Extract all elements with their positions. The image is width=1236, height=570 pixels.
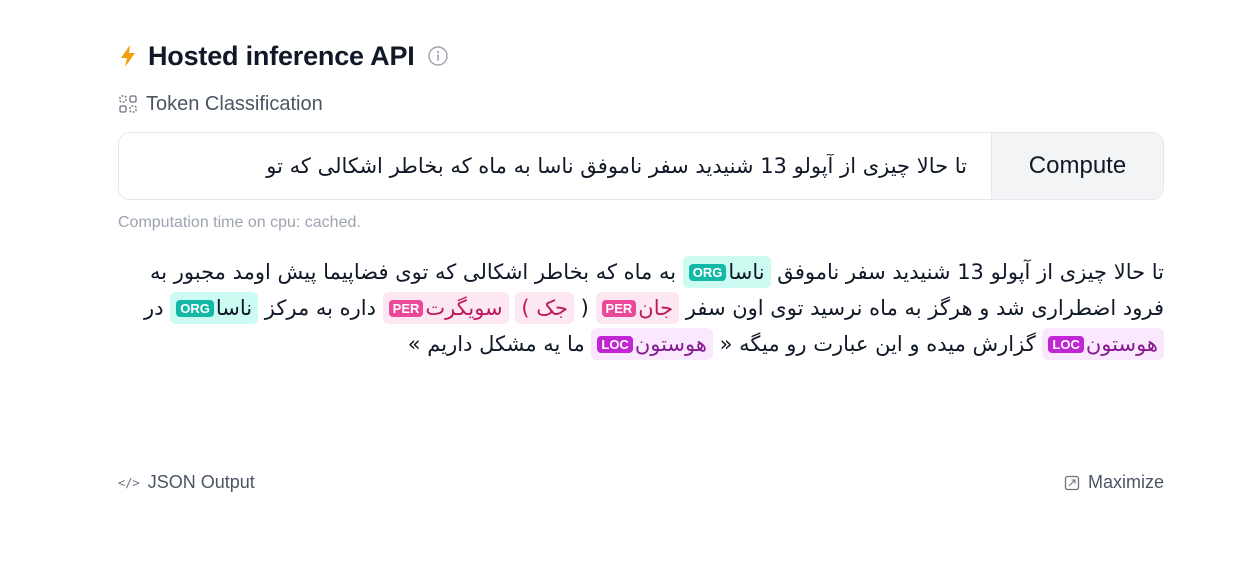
lightning-bolt-icon (118, 44, 138, 68)
input-row: Compute (118, 132, 1164, 200)
entity-tag-org: ORG (176, 300, 214, 317)
entity-text: جان (638, 296, 674, 320)
output-segment: ما یه مشکل داریم » (407, 332, 592, 356)
output-text: تا حالا چیزی از آپولو 13 شنیدید سفر نامو… (118, 254, 1164, 362)
widget-footer: </> JSON Output Maximize (118, 472, 1164, 493)
compute-button[interactable]: Compute (991, 133, 1163, 199)
entity-text: ناسا (215, 296, 253, 320)
entity-span-org: ناساORG (682, 256, 771, 288)
entity-tag-org: ORG (688, 264, 727, 281)
output-segment: در (144, 296, 171, 320)
entity-tag-per: PER (388, 300, 424, 317)
text-input[interactable] (119, 133, 991, 199)
inference-widget: Hosted inference API Token Classificatio… (118, 38, 1164, 362)
output-segment: داره به مرکز (258, 296, 383, 320)
entity-span-loc: هوستونLOC (591, 328, 713, 360)
maximize-button[interactable]: Maximize (1064, 472, 1164, 493)
entity-span-per: جک ) (515, 292, 574, 324)
output-segment: گزارش میده و این عبارت رو میگه « (712, 332, 1043, 356)
maximize-icon (1064, 475, 1080, 491)
entity-tag-per: PER (601, 300, 637, 317)
json-output-link[interactable]: </> JSON Output (118, 472, 255, 493)
output-segment: تا حالا چیزی از آپولو 13 شنیدید سفر نامو… (770, 260, 1164, 284)
entity-span-per: جانPER (595, 292, 680, 324)
token-classification-icon (118, 93, 140, 115)
entity-text: هوستون (1085, 332, 1158, 356)
widget-header: Hosted inference API (118, 38, 1164, 74)
code-icon: </> (118, 475, 140, 490)
output-segment: ( (573, 296, 596, 320)
entity-text: سویگرت (425, 296, 503, 320)
entity-text: ناسا (728, 260, 765, 284)
task-label: Token Classification (118, 92, 1164, 116)
entity-tag-loc: LOC (1048, 336, 1084, 353)
json-output-label: JSON Output (147, 472, 255, 492)
entity-text: هوستون (634, 332, 707, 356)
entity-span-loc: هوستونLOC (1042, 328, 1164, 360)
entity-span-per: سویگرتPER (382, 292, 509, 324)
maximize-label: Maximize (1087, 472, 1164, 492)
computation-time: Computation time on cpu: cached. (118, 214, 361, 231)
entity-span-org: ناساORG (170, 292, 259, 324)
info-circle-icon[interactable] (427, 45, 449, 67)
task-text: Token Classification (146, 92, 323, 115)
widget-title: Hosted inference API (148, 40, 415, 71)
entity-tag-loc: LOC (597, 336, 633, 353)
